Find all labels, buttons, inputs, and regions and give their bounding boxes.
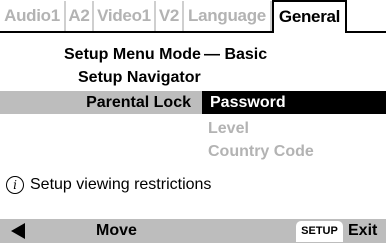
info-icon: i xyxy=(6,175,24,194)
back-arrow-icon[interactable] xyxy=(11,223,25,239)
parental-lock-row[interactable]: Parental Lock Password xyxy=(0,91,386,114)
setup-navigator-row[interactable]: Setup Navigator xyxy=(0,66,386,89)
help-text-label: Setup viewing restrictions xyxy=(30,176,212,193)
setup-menu-mode-row[interactable]: Setup Menu Mode — Basic xyxy=(0,43,386,66)
setup-menu-mode-label: Setup Menu Mode xyxy=(64,46,201,63)
submenu-item-country-code[interactable]: Country Code xyxy=(0,140,386,163)
submenu-item-level[interactable]: Level xyxy=(0,117,386,140)
tab-a2[interactable]: A2 xyxy=(66,1,94,31)
move-label: Move xyxy=(96,222,137,239)
setup-button-icon[interactable]: SETUP xyxy=(296,221,343,242)
active-tab-gap xyxy=(274,31,345,33)
level-label: Level xyxy=(208,120,249,137)
footer-bar: Move SETUP Exit xyxy=(0,219,386,243)
tab-general[interactable]: General xyxy=(272,0,347,33)
submenu-item-password[interactable]: Password xyxy=(202,91,386,114)
parental-lock-label: Parental Lock xyxy=(86,94,191,111)
tab-v2[interactable]: V2 xyxy=(156,1,184,31)
country-code-label: Country Code xyxy=(208,143,314,160)
tab-language[interactable]: Language xyxy=(184,1,272,31)
dvd-setup-screen: Audio1 A2 Video1 V2 Language General Set… xyxy=(0,0,386,243)
tab-audio1[interactable]: Audio1 xyxy=(0,1,66,31)
tab-bar: Audio1 A2 Video1 V2 Language General xyxy=(0,0,386,33)
help-text: i Setup viewing restrictions xyxy=(6,174,211,196)
exit-label: Exit xyxy=(348,222,378,239)
setup-menu-mode-value: — Basic xyxy=(204,46,268,63)
password-label: Password xyxy=(210,94,286,111)
setup-navigator-label: Setup Navigator xyxy=(78,69,201,86)
tab-video1[interactable]: Video1 xyxy=(94,1,156,31)
